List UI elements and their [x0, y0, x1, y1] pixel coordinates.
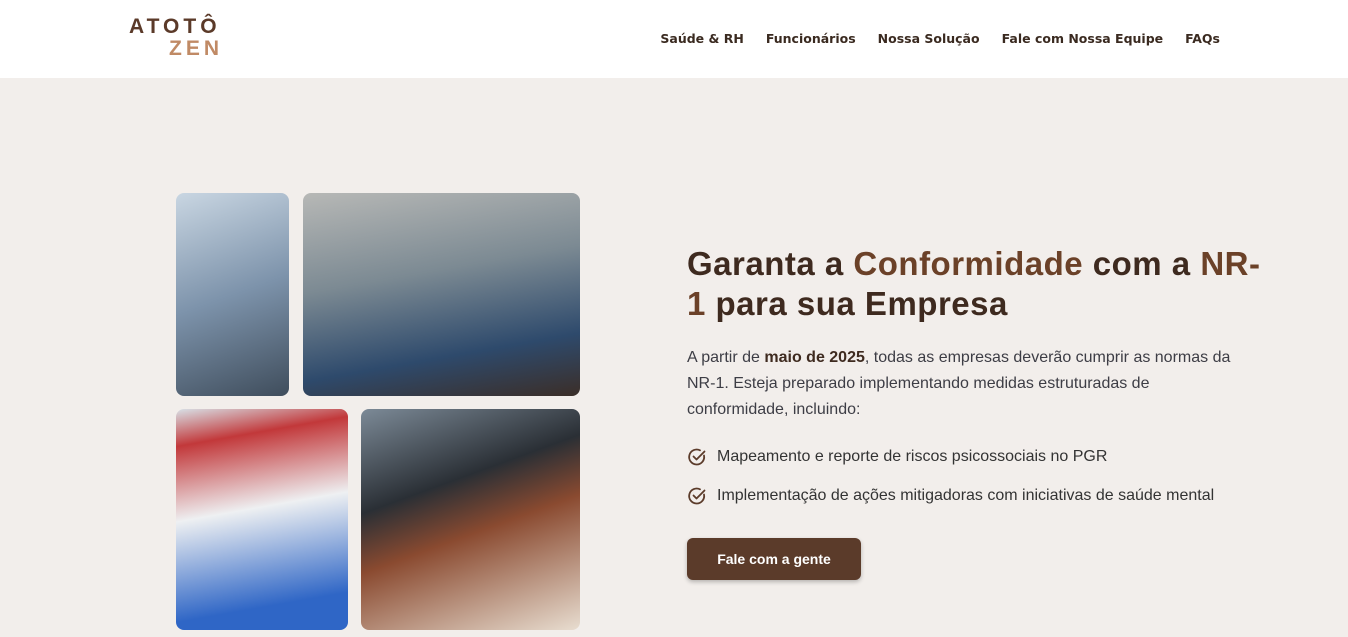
photo-lab-workers — [176, 409, 348, 630]
check-circle-icon — [688, 448, 706, 466]
list-item-text: Mapeamento e reporte de riscos psicossoc… — [717, 448, 1108, 465]
nav-saude-rh[interactable]: Saúde & RH — [660, 31, 743, 46]
check-circle-icon — [688, 487, 706, 505]
logo[interactable]: ATOTÔ ZEN — [129, 16, 223, 60]
hero-intro: A partir de maio de 2025, todas as empre… — [687, 349, 1231, 418]
nav-fale-com-equipe[interactable]: Fale com Nossa Equipe — [1002, 31, 1164, 46]
list-item-text: Implementação de ações mitigadoras com i… — [717, 487, 1215, 504]
list-item: Mapeamento e reporte de riscos psicossoc… — [687, 446, 1214, 468]
logo-line2: ZEN — [169, 37, 223, 60]
photo-colleagues — [176, 193, 289, 396]
list-item: Implementação de ações mitigadoras com i… — [687, 485, 1214, 507]
contact-cta-button[interactable]: Fale com a gente — [687, 538, 861, 580]
nav-faqs[interactable]: FAQs — [1185, 31, 1220, 46]
site-header: ATOTÔ ZEN Saúde & RH Funcionários Nossa … — [0, 0, 1348, 78]
hero-title: Garanta a Conformidade com a NR-1 para s… — [687, 245, 1261, 322]
logo-line1: ATOTÔ — [129, 15, 221, 38]
photo-factory-high-five — [303, 193, 580, 396]
nav-nossa-solucao[interactable]: Nossa Solução — [878, 31, 980, 46]
main-nav: Saúde & RH Funcionários Nossa Solução Fa… — [660, 31, 1220, 46]
photo-woman-laughing — [361, 409, 580, 630]
compliance-list: Mapeamento e reporte de riscos psicossoc… — [687, 446, 1214, 524]
nav-funcionarios[interactable]: Funcionários — [766, 31, 856, 46]
